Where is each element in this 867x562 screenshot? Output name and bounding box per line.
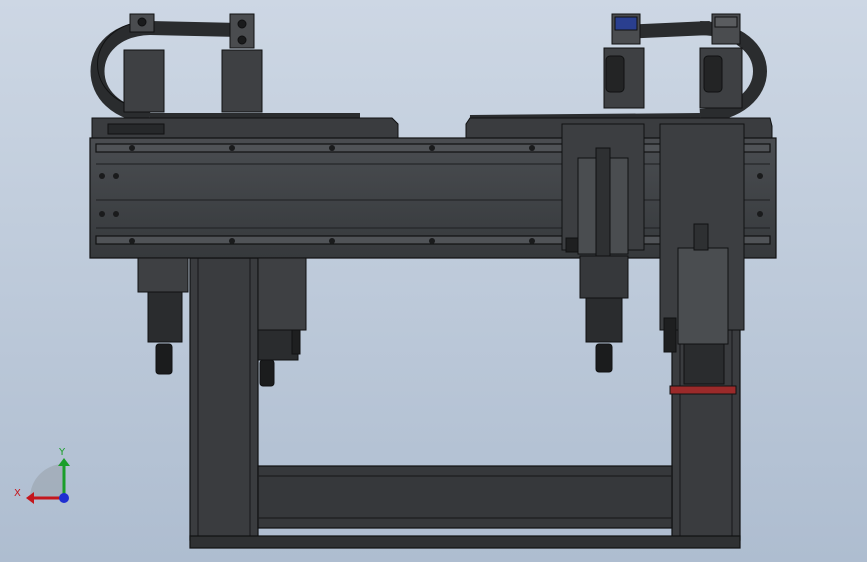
triad-z-axis <box>59 493 69 503</box>
tool-head-left-2 <box>257 257 307 387</box>
triad-y-label: Y <box>58 447 66 458</box>
pressure-display-1 <box>614 16 638 31</box>
coordinate-triad: X Y <box>14 447 70 504</box>
cad-viewport[interactable]: X Y <box>0 0 867 562</box>
triad-x-label: X <box>14 488 21 499</box>
red-marker-bar <box>669 385 737 395</box>
carriage-1 <box>561 123 645 373</box>
base-plate <box>189 535 741 549</box>
pressure-display-2 <box>714 16 738 28</box>
left-leg <box>189 257 259 541</box>
cad-model-view[interactable]: X Y <box>0 0 867 562</box>
bottom-cross-beam <box>257 465 673 529</box>
tool-head-left-1 <box>137 257 189 375</box>
